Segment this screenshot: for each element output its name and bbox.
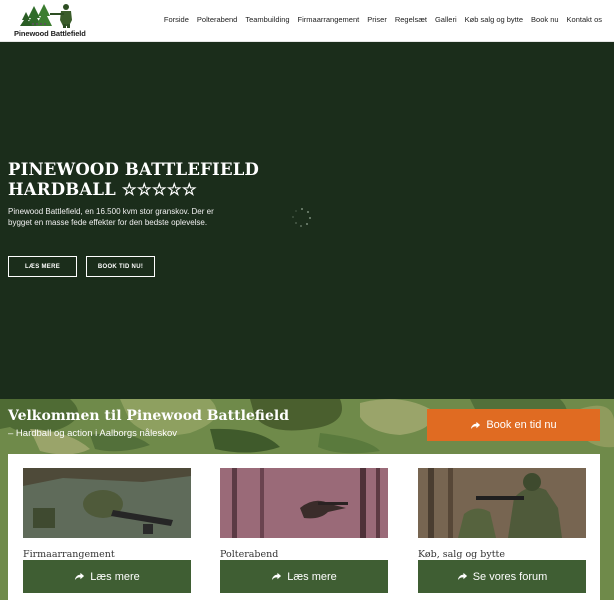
card-button-firmaarrangement[interactable]: Læs mere: [23, 560, 191, 593]
main-nav: Forside Polterabend Teambuilding Firmaar…: [164, 15, 602, 24]
card-image-polterabend[interactable]: [220, 468, 388, 538]
loading-spinner-icon: [292, 208, 312, 228]
book-appointment-label: Book en tid nu: [486, 419, 557, 431]
share-arrow-icon: [271, 571, 282, 582]
gear-photo: [23, 468, 191, 538]
nav-item-galleri[interactable]: Galleri: [435, 15, 457, 24]
book-now-button[interactable]: BOOK TID NU!: [86, 256, 155, 277]
card-title-koeb-salg-bytte: Køb, salg og bytte: [418, 549, 505, 560]
nav-item-koeb-salg-bytte[interactable]: Køb salg og bytte: [465, 15, 523, 24]
card-title-polterabend: Polterabend: [220, 549, 279, 560]
hero-title-line1: PINEWOOD BATTLEFIELD: [8, 160, 260, 179]
hero-section: PINEWOOD BATTLEFIELD HARDBALL ☆☆☆☆☆ Pine…: [0, 42, 614, 399]
nav-item-priser[interactable]: Priser: [367, 15, 387, 24]
hero-title-line2: HARDBALL ☆☆☆☆☆: [8, 180, 197, 199]
share-arrow-icon: [74, 571, 85, 582]
welcome-title: Velkommen til Pinewood Battlefield: [8, 408, 289, 424]
card-title-firmaarrangement: Firmaarrangement: [23, 549, 115, 560]
card-button-label: Se vores forum: [472, 570, 548, 583]
hero-description: Pinewood Battlefield, en 16.500 kvm stor…: [8, 207, 214, 227]
nav-item-firmaarrangement[interactable]: Firmaarrangement: [298, 15, 360, 24]
nav-item-teambuilding[interactable]: Teambuilding: [245, 15, 289, 24]
nav-item-forside[interactable]: Forside: [164, 15, 189, 24]
share-arrow-icon: [457, 571, 468, 582]
site-header: Pinewood Battlefield Forside Polterabend…: [0, 0, 614, 42]
soldiers-photo: [418, 468, 586, 538]
read-more-button[interactable]: LÆS MERE: [8, 256, 77, 277]
card-image-koeb-salg-bytte[interactable]: [418, 468, 586, 538]
site-logo[interactable]: Pinewood Battlefield: [6, 2, 86, 40]
logo-text: Pinewood Battlefield: [14, 29, 86, 38]
nav-item-kontakt[interactable]: Kontakt os: [567, 15, 602, 24]
share-arrow-icon: [470, 420, 481, 431]
card-button-label: Læs mere: [287, 570, 337, 583]
welcome-subtitle: – Hardball og action i Aalborgs nåleskov: [8, 428, 177, 439]
nav-item-book-nu[interactable]: Book nu: [531, 15, 559, 24]
hero-title: PINEWOOD BATTLEFIELD HARDBALL ☆☆☆☆☆: [8, 160, 308, 200]
forest-smoke-photo: [220, 468, 388, 538]
nav-item-regelsaet[interactable]: Regelsæt: [395, 15, 427, 24]
card-button-label: Læs mere: [90, 570, 140, 583]
card-button-polterabend[interactable]: Læs mere: [220, 560, 388, 593]
card-button-forum[interactable]: Se vores forum: [418, 560, 586, 593]
card-image-firmaarrangement[interactable]: [23, 468, 191, 538]
book-appointment-button[interactable]: Book en tid nu: [427, 409, 600, 441]
nav-item-polterabend[interactable]: Polterabend: [197, 15, 237, 24]
